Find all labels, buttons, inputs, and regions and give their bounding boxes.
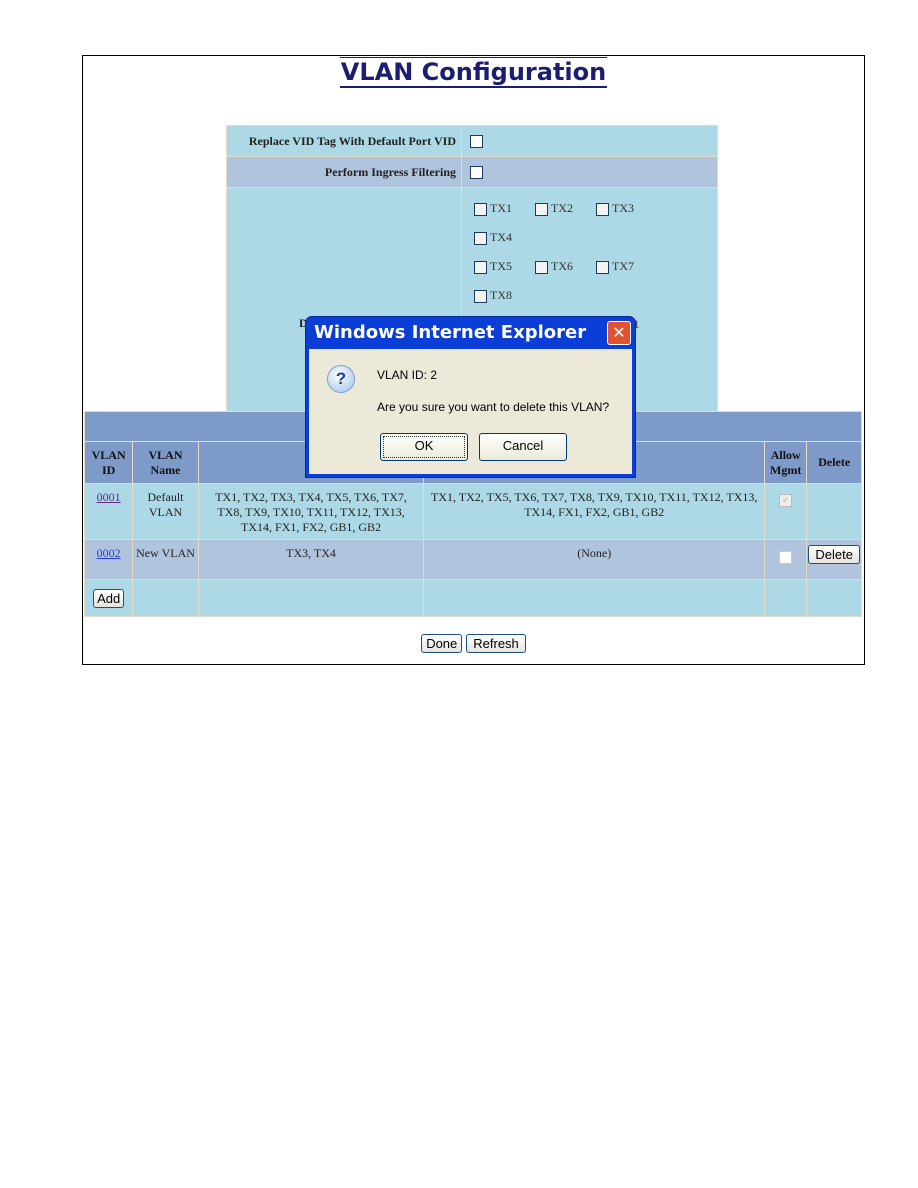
port-checkbox[interactable] (474, 231, 487, 245)
done-button[interactable]: Done (421, 634, 463, 653)
dialog-line1: VLAN ID: 2 (377, 368, 438, 382)
port-label: TX4 (490, 230, 512, 244)
vlan-id-link[interactable]: 0001 (97, 490, 121, 504)
ok-button[interactable]: OK (380, 433, 468, 461)
dialog-line2: Are you sure you want to delete this VLA… (377, 400, 610, 414)
port-checkbox[interactable] (474, 202, 487, 216)
port-label: TX1 (490, 201, 512, 215)
vlan-members: TX3, TX4 (197, 539, 425, 580)
vlan-col4: (None) (423, 539, 765, 580)
port-option: TX7 (596, 252, 657, 281)
close-icon[interactable]: ✕ (607, 321, 631, 345)
port-checkbox[interactable] (596, 260, 609, 274)
port-checkbox[interactable] (596, 202, 609, 216)
port-option: TX1 (474, 194, 535, 223)
header-allow-mgmt: Allow Mgmt (763, 441, 808, 484)
allow-mgmt-checkbox[interactable] (779, 550, 793, 564)
port-option: TX5 (474, 252, 535, 281)
vlan-members: TX1, TX2, TX3, TX4, TX5, TX6, TX7, TX8, … (197, 483, 425, 540)
port-checkbox[interactable] (535, 202, 548, 216)
allow-mgmt-checkbox-disabled: ✓ (779, 493, 793, 507)
vlan-col4: TX1, TX2, TX5, TX6, TX7, TX8, TX9, TX10,… (423, 483, 765, 540)
port-checkbox[interactable] (474, 260, 487, 274)
refresh-button[interactable]: Refresh (466, 634, 526, 653)
port-label: TX5 (490, 259, 512, 273)
confirm-dialog: Windows Internet Explorer ✕ ? VLAN ID: 2… (305, 316, 636, 478)
port-label: TX6 (551, 259, 573, 273)
add-button[interactable]: Add (93, 588, 125, 608)
port-option: TX2 (535, 194, 596, 223)
ingress-checkbox[interactable] (470, 166, 483, 180)
replace-vid-label: Replace VID Tag With Default Port VID (226, 125, 462, 157)
cancel-button[interactable]: Cancel (479, 433, 567, 461)
header-delete: Delete (806, 441, 862, 484)
vlan-name: Default VLAN (132, 483, 199, 540)
port-option: TX8 (474, 281, 535, 310)
port-label: TX7 (612, 259, 634, 273)
table-row: 0002 New VLAN TX3, TX4 (None) Delete (83, 539, 862, 580)
vlan-name: New VLAN (132, 539, 199, 580)
port-label: TX3 (612, 201, 634, 215)
dialog-title: Windows Internet Explorer (314, 322, 587, 343)
question-icon: ? (327, 365, 355, 393)
header-vlan-id: VLAN ID (83, 441, 134, 484)
table-row: 0001 Default VLAN TX1, TX2, TX3, TX4, TX… (83, 483, 862, 540)
vlan-id-link[interactable]: 0002 (97, 546, 121, 560)
ingress-label: Perform Ingress Filtering (226, 156, 462, 188)
port-checkbox[interactable] (474, 289, 487, 303)
port-option: TX6 (535, 252, 596, 281)
port-checkbox[interactable] (535, 260, 548, 274)
header-vlan-name: VLAN Name (132, 441, 199, 484)
delete-button[interactable]: Delete (808, 545, 860, 564)
replace-vid-checkbox[interactable] (470, 135, 483, 149)
port-option: TX4 (474, 223, 535, 252)
port-label: TX8 (490, 288, 512, 302)
page-title: VLAN Configuration (339, 57, 608, 88)
port-label: TX2 (551, 201, 573, 215)
port-option: TX3 (596, 194, 657, 223)
